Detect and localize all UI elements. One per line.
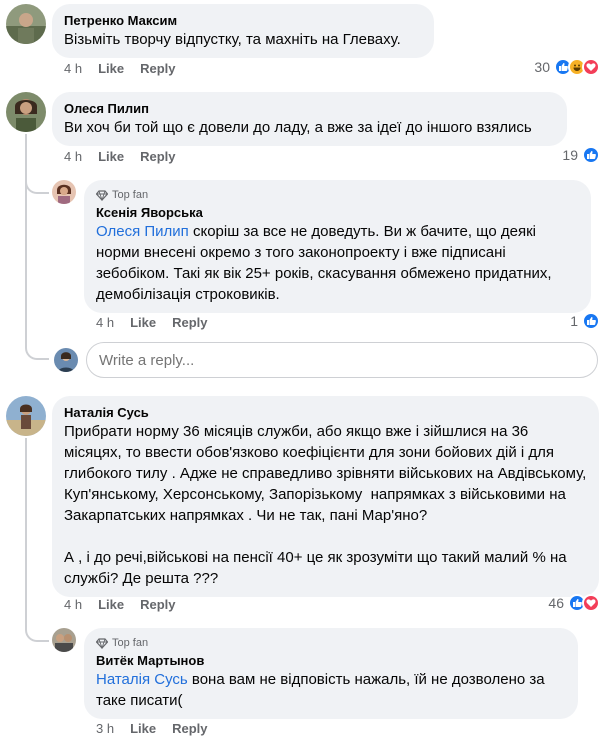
diamond-icon: [96, 637, 108, 649]
thread-connector: [25, 346, 49, 360]
comment-author[interactable]: Наталія Сусь: [64, 404, 587, 421]
comment-text: Наталія Сусь вона вам не відповість нажа…: [96, 669, 566, 711]
reply-button[interactable]: Reply: [172, 721, 207, 737]
timestamp[interactable]: 3 h: [96, 721, 114, 737]
reaction-count: 19: [562, 147, 578, 163]
comment-text: Прибрати норму 36 місяців служби, або як…: [64, 423, 587, 587]
reply-button[interactable]: Reply: [140, 597, 175, 613]
thread-line: [25, 438, 27, 628]
comment-bubble: Петренко Максим Візьміть творчу відпустк…: [52, 4, 434, 58]
avatar[interactable]: [52, 180, 76, 204]
comment-actions: 4 h Like Reply: [64, 61, 176, 77]
diamond-icon: [96, 189, 108, 201]
thread-connector: [25, 628, 49, 642]
reply-button[interactable]: Reply: [172, 315, 207, 331]
mention-link[interactable]: Наталія Сусь: [96, 671, 188, 688]
comment-actions: 4 h Like Reply: [64, 149, 176, 165]
avatar[interactable]: [6, 396, 46, 436]
reply-button[interactable]: Reply: [140, 149, 175, 165]
avatar: [54, 348, 78, 372]
timestamp[interactable]: 4 h: [64, 149, 82, 165]
like-icon: [582, 312, 600, 330]
mention-link[interactable]: Олеся Пилип: [96, 223, 189, 240]
reaction-summary[interactable]: 30: [534, 58, 600, 76]
reaction-summary[interactable]: 46: [548, 594, 600, 612]
reaction-summary[interactable]: 19: [562, 146, 600, 164]
comment-text: Візьміть творчу відпустку, та махніть на…: [64, 31, 401, 48]
comment-author[interactable]: Петренко Максим: [64, 12, 422, 29]
thread-connector: [25, 180, 49, 194]
top-fan-label: Top fan: [112, 637, 149, 649]
comment-author[interactable]: Витёк Мартынов: [96, 652, 566, 669]
comment-actions: 4 h Like Reply: [96, 315, 208, 331]
like-button[interactable]: Like: [130, 315, 156, 331]
thread-line: [25, 134, 27, 346]
comment-actions: 4 h Like Reply: [64, 597, 176, 613]
love-icon: [582, 594, 600, 612]
like-button[interactable]: Like: [98, 597, 124, 613]
comment-author[interactable]: Олеся Пилип: [64, 100, 555, 117]
top-fan-label: Top fan: [112, 189, 149, 201]
timestamp[interactable]: 4 h: [64, 61, 82, 77]
like-button[interactable]: Like: [130, 721, 156, 737]
avatar[interactable]: [6, 92, 46, 132]
comment-text: Ви хоч би той що є довели до ладу, а вже…: [64, 119, 532, 136]
reaction-count: 30: [534, 59, 550, 75]
avatar[interactable]: [6, 4, 46, 44]
reply-bubble: Top fan Ксенія Яворська Олеся Пилип скор…: [84, 180, 591, 313]
timestamp[interactable]: 4 h: [96, 315, 114, 331]
top-fan-badge: Top fan: [96, 636, 566, 650]
like-icon: [582, 146, 600, 164]
like-button[interactable]: Like: [98, 61, 124, 77]
comment-author[interactable]: Ксенія Яворська: [96, 204, 579, 221]
comment-actions: 3 h Like Reply: [96, 721, 208, 737]
avatar[interactable]: [52, 628, 76, 652]
reaction-count: 46: [548, 595, 564, 611]
reaction-summary[interactable]: 1: [570, 312, 600, 330]
comment-text: Олеся Пилип скоріш за все не доведуть. В…: [96, 221, 579, 305]
timestamp[interactable]: 4 h: [64, 597, 82, 613]
reply-button[interactable]: Reply: [140, 61, 175, 77]
comment-bubble: Олеся Пилип Ви хоч би той що є довели до…: [52, 92, 567, 146]
reply-input[interactable]: [86, 342, 598, 378]
reaction-count: 1: [570, 313, 578, 329]
like-button[interactable]: Like: [98, 149, 124, 165]
comment-bubble: Наталія Сусь Прибрати норму 36 місяців с…: [52, 396, 599, 597]
love-icon: [582, 58, 600, 76]
reply-bubble: Top fan Витёк Мартынов Наталія Сусь вона…: [84, 628, 578, 719]
top-fan-badge: Top fan: [96, 188, 579, 202]
